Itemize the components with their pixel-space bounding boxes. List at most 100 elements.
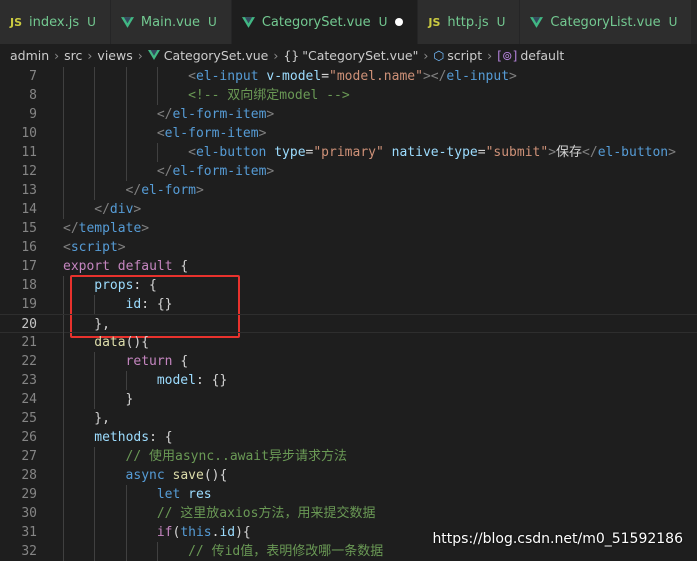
- breadcrumb-item-admin[interactable]: admin: [10, 48, 49, 63]
- code-line[interactable]: 18 props: {: [0, 276, 697, 295]
- chevron-right-icon: ›: [423, 47, 429, 63]
- indent-guide: [94, 86, 96, 105]
- code-line[interactable]: 26 methods: {: [0, 428, 697, 447]
- code-token: : {}: [141, 297, 173, 312]
- code-text: },: [94, 409, 110, 428]
- tab-main-vue[interactable]: Main.vue U: [110, 0, 232, 44]
- indent-guide: [125, 523, 127, 542]
- code-line[interactable]: 28 async save(){: [0, 466, 697, 485]
- code-token: el-input: [446, 69, 510, 84]
- breadcrumb-item-file[interactable]: CategorySet.vue: [164, 48, 269, 63]
- code-text: },: [94, 315, 110, 334]
- code-token: el-input: [195, 69, 259, 84]
- indent-guide: [63, 295, 64, 314]
- code-line[interactable]: 19 id: {}: [0, 295, 697, 314]
- indent-guide: [63, 447, 64, 466]
- line-number: 8: [29, 88, 37, 103]
- line-number: 16: [21, 240, 37, 255]
- code-token: },: [94, 317, 110, 332]
- code-token: =: [477, 145, 486, 160]
- code-line[interactable]: 24}: [0, 390, 697, 409]
- code-line[interactable]: 23 model: {}: [0, 371, 697, 390]
- indent-guide: [63, 181, 64, 200]
- indent-guide: [94, 67, 96, 86]
- code-token: async: [125, 468, 165, 483]
- code-line[interactable]: 12 </el-form-item>: [0, 162, 697, 181]
- code-text: if(this.id){: [157, 523, 251, 542]
- code-line[interactable]: 11 <el-button type="primary" native-type=…: [0, 143, 697, 162]
- code-line[interactable]: 13 </el-form>: [0, 181, 697, 200]
- code-token: export: [63, 259, 110, 274]
- code-line[interactable]: 27 // 使用async..await异步请求方法: [0, 447, 697, 466]
- indent-guide: [63, 409, 64, 428]
- line-number: 22: [21, 354, 37, 369]
- code-line[interactable]: 10 <el-form-item>: [0, 124, 697, 143]
- tab-index-js[interactable]: JS index.js U: [0, 0, 111, 44]
- indent-guide: [94, 523, 96, 542]
- code-token: : {}: [195, 373, 228, 388]
- code-token: >: [266, 164, 275, 179]
- untracked-badge: U: [208, 15, 217, 29]
- code-line[interactable]: 15 </template>: [0, 219, 697, 238]
- indent-guide: [63, 485, 64, 504]
- code-line[interactable]: 20},: [0, 314, 697, 334]
- line-number: 23: [21, 373, 37, 388]
- indent-guide: [94, 143, 96, 162]
- line-number: 14: [21, 202, 37, 217]
- line-number: 7: [29, 69, 37, 84]
- indent-guide: [94, 352, 96, 371]
- code-token: </: [582, 145, 598, 160]
- vue-file-icon: [530, 16, 544, 28]
- code-line[interactable]: 16 <script>: [0, 238, 697, 257]
- code-text: <script>: [63, 238, 126, 257]
- breadcrumb-item-default[interactable]: default: [520, 48, 564, 63]
- line-number: 11: [21, 145, 37, 160]
- code-line[interactable]: 30 // 这里放axios方法，用来提交数据: [0, 504, 697, 523]
- code-token: script: [70, 240, 118, 255]
- code-line[interactable]: 25},: [0, 409, 697, 428]
- indent-guide: [63, 315, 64, 334]
- code-line[interactable]: 29 let res: [0, 485, 697, 504]
- indent-guide: [63, 276, 64, 295]
- tab-label: Main.vue: [140, 14, 201, 30]
- indent-guide: [156, 67, 158, 86]
- line-number: 24: [21, 392, 37, 407]
- unsaved-dot-icon[interactable]: [395, 18, 404, 26]
- tab-categoryset-vue[interactable]: CategorySet.vue U: [231, 0, 419, 44]
- indent-guide: [63, 390, 64, 409]
- code-text: </el-form-item>: [157, 162, 274, 181]
- code-token: }: [125, 392, 134, 407]
- breadcrumb-item-module[interactable]: "CategorySet.vue": [302, 48, 418, 63]
- code-token: this: [180, 525, 212, 540]
- untracked-badge: U: [496, 15, 506, 29]
- code-text: <el-form-item>: [157, 124, 267, 143]
- breadcrumb-item-views[interactable]: views: [97, 48, 132, 63]
- line-number: 26: [21, 430, 37, 445]
- code-token: el-form: [141, 183, 196, 198]
- code-line[interactable]: 14 </div>: [0, 200, 697, 219]
- code-line[interactable]: 9 </el-form-item>: [0, 105, 697, 124]
- tab-categorylist-vue[interactable]: CategoryList.vue U: [520, 0, 693, 44]
- line-number: 20: [21, 317, 37, 332]
- chevron-right-icon: ›: [487, 47, 493, 63]
- braces-icon: {}: [283, 47, 300, 63]
- indent-guide: [63, 371, 64, 390]
- code-token: model: [156, 373, 196, 388]
- breadcrumb-item-src[interactable]: src: [64, 48, 82, 63]
- code-line[interactable]: 7 <el-input v-model="model.name"></el-inp…: [0, 67, 697, 86]
- breadcrumb-item-script[interactable]: script: [447, 48, 482, 63]
- tab-label: CategorySet.vue: [261, 14, 371, 30]
- code-editor[interactable]: 7 <el-input v-model="model.name"></el-inp…: [0, 66, 697, 561]
- code-line[interactable]: 21 data(){: [0, 333, 697, 352]
- code-text: <el-input v-model="model.name"></el-inpu…: [188, 67, 517, 86]
- code-line[interactable]: 17 export default {: [0, 257, 697, 276]
- code-token: el-button: [597, 145, 669, 160]
- tab-http-js[interactable]: JS http.js U: [418, 0, 521, 44]
- indent-guide: [156, 542, 158, 561]
- code-line[interactable]: 8 <!-- 双向绑定model -->: [0, 86, 697, 105]
- code-text: </template>: [63, 219, 149, 238]
- code-token: save: [172, 468, 204, 483]
- code-line[interactable]: 22 return {: [0, 352, 697, 371]
